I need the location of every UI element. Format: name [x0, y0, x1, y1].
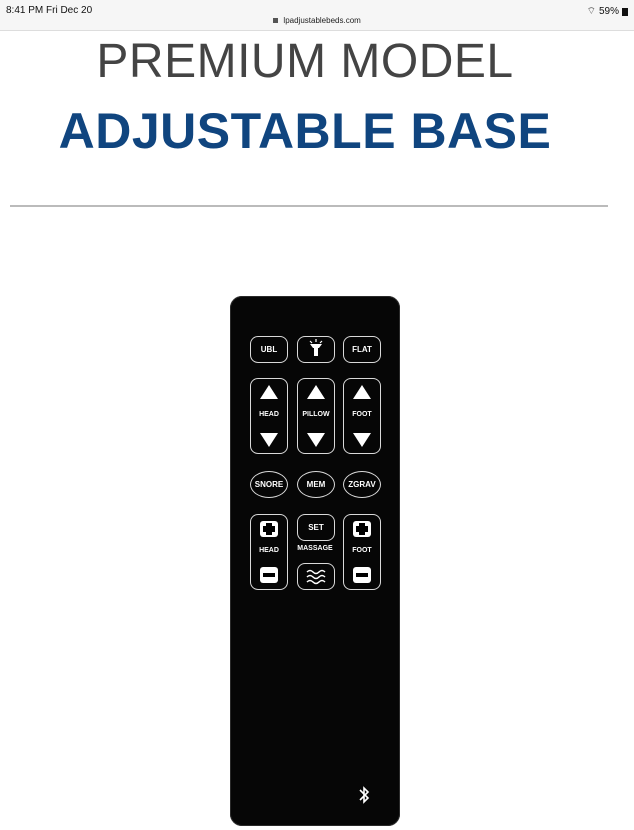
flat-button[interactable]: FLAT	[343, 336, 381, 363]
plus-icon	[353, 521, 371, 537]
address-bar[interactable]: lpadjustablebeds.com	[0, 16, 634, 25]
arrow-up-icon	[353, 385, 371, 399]
light-button[interactable]	[297, 336, 335, 363]
arrow-down-icon	[353, 433, 371, 447]
url-text: lpadjustablebeds.com	[283, 16, 361, 25]
status-time: 8:41 PM Fri Dec 20	[6, 5, 93, 16]
massage-foot-button[interactable]: FOOT	[343, 514, 381, 590]
arrow-up-icon	[307, 385, 325, 399]
divider	[10, 205, 608, 207]
mem-button[interactable]: MEM	[297, 471, 335, 498]
foot-adjust-button[interactable]: FOOT	[343, 378, 381, 454]
arrow-down-icon	[307, 433, 325, 447]
massage-label: MASSAGE	[297, 545, 333, 552]
battery-icon	[622, 7, 628, 16]
head-label: HEAD	[259, 411, 279, 418]
massage-wave-button[interactable]	[297, 563, 335, 590]
snore-button[interactable]: SNORE	[250, 471, 288, 498]
minus-icon	[353, 567, 371, 583]
pillow-label: PILLOW	[302, 411, 330, 418]
page-title-line-2: ADJUSTABLE BASE	[58, 103, 552, 159]
arrow-down-icon	[260, 433, 278, 447]
pillow-adjust-button[interactable]: PILLOW	[297, 378, 335, 454]
foot-label: FOOT	[352, 411, 372, 418]
page-title-line-1: PREMIUM MODEL	[96, 35, 514, 88]
flashlight-icon	[309, 339, 323, 356]
plus-icon	[260, 521, 278, 537]
minus-icon	[260, 567, 278, 583]
massage-foot-label: FOOT	[352, 547, 372, 554]
massage-head-button[interactable]: HEAD	[250, 514, 288, 590]
status-bar: 8:41 PM Fri Dec 20 ⌔ 59% lpadjustablebed…	[0, 0, 634, 31]
remote-control-image: UBL FLAT HEAD PILLOW FOOT SNORE MEM ZGRA…	[230, 296, 400, 826]
massage-head-label: HEAD	[259, 547, 279, 554]
lock-icon	[273, 18, 279, 24]
ubl-button[interactable]: UBL	[250, 336, 288, 363]
zgrav-button[interactable]: ZGRAV	[343, 471, 381, 498]
wave-icon	[306, 569, 326, 585]
arrow-up-icon	[260, 385, 278, 399]
set-button[interactable]: SET	[297, 514, 335, 541]
bluetooth-icon	[359, 786, 370, 804]
head-adjust-button[interactable]: HEAD	[250, 378, 288, 454]
